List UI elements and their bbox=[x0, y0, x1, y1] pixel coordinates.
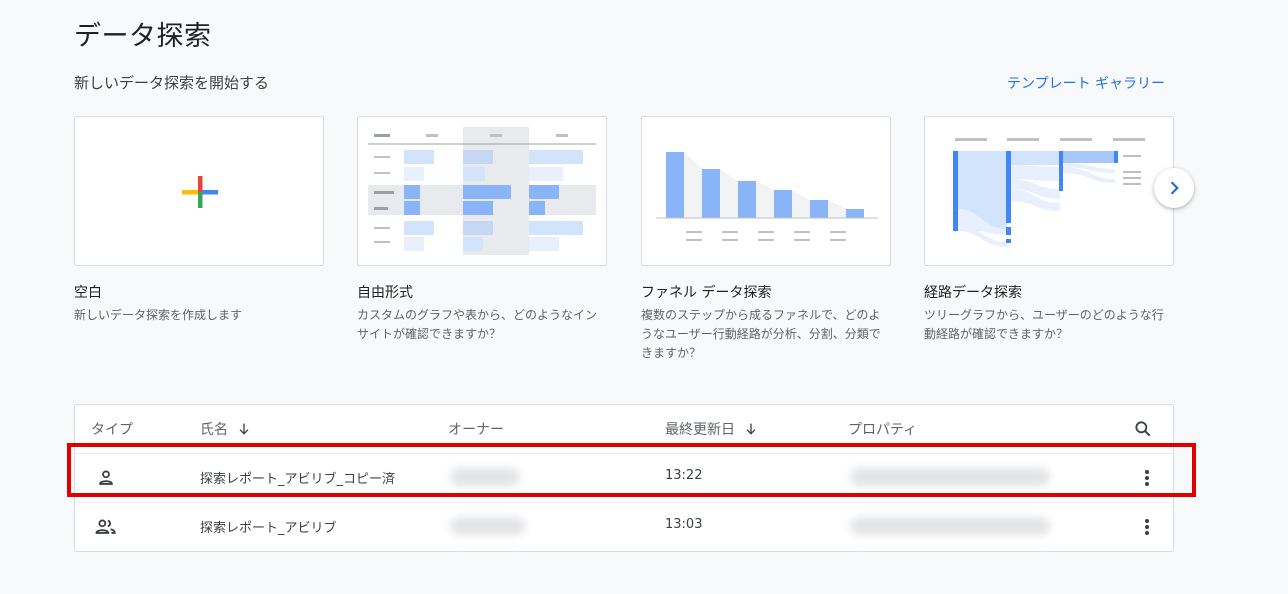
row-updated: 13:03 bbox=[665, 517, 703, 532]
arrow-down-icon bbox=[239, 423, 249, 435]
card-name: 空白 bbox=[74, 285, 102, 301]
card-path[interactable]: 経路データ探索 ツリーグラフから、ユーザーのどのような行動経路が確認できますか？ bbox=[924, 116, 1174, 344]
card-name: 自由形式 bbox=[357, 285, 413, 301]
header-property: プロパティ bbox=[848, 422, 918, 438]
card-funnel-thumbnail[interactable] bbox=[641, 116, 891, 266]
row-property-redacted bbox=[850, 517, 1050, 535]
card-free-form[interactable]: 自由形式 カスタムのグラフや表から、どのようなインサイトが確認できますか？ bbox=[357, 116, 607, 344]
section-title: 新しいデータ探索を開始する bbox=[74, 74, 270, 92]
card-description: 新しいデータ探索を作成します bbox=[74, 308, 243, 322]
card-blank[interactable]: 空白 新しいデータ探索を作成します bbox=[74, 116, 324, 325]
person-icon bbox=[99, 470, 113, 485]
card-free-form-thumbnail[interactable] bbox=[357, 116, 607, 266]
header-updated[interactable]: 最終更新日 bbox=[665, 419, 759, 439]
row-name[interactable]: 探索レポート_アビリブ_コピー済 bbox=[200, 468, 395, 487]
card-description: ツリーグラフから、ユーザーのどのような行動経路が確認できますか？ bbox=[924, 308, 1164, 341]
card-name: ファネル データ探索 bbox=[641, 285, 772, 301]
row-name[interactable]: 探索レポート_アビリブ bbox=[200, 517, 337, 536]
row-updated: 13:22 bbox=[665, 468, 703, 483]
path-thumbnail bbox=[953, 138, 1145, 247]
card-path-thumbnail[interactable] bbox=[924, 116, 1174, 266]
table-row[interactable]: 探索レポート_アビリブ_コピー済 13:22 bbox=[75, 453, 1173, 501]
chevron-right-icon bbox=[1170, 181, 1179, 195]
more-vert-icon[interactable] bbox=[1143, 517, 1151, 537]
arrow-down-icon bbox=[746, 423, 756, 435]
card-funnel[interactable]: ファネル データ探索 複数のステップから成るファネルで、どのようなユーザー行動経… bbox=[641, 116, 891, 363]
row-owner-redacted bbox=[450, 468, 520, 486]
page-title: データ探索 bbox=[74, 21, 212, 52]
header-type: タイプ bbox=[91, 422, 133, 438]
search-button[interactable] bbox=[1133, 419, 1153, 443]
card-description: 複数のステップから成るファネルで、どのようなユーザー行動経路が分析、分割、分類で… bbox=[641, 308, 881, 360]
header-owner: オーナー bbox=[448, 422, 504, 438]
explorations-table: タイプ 氏名 オーナー 最終更新日 プロパティ 探索レポート_アビリブ_コピー済… bbox=[74, 404, 1174, 552]
search-icon bbox=[1135, 421, 1151, 437]
card-blank-thumbnail[interactable] bbox=[74, 116, 324, 266]
table-row[interactable]: 探索レポート_アビリブ 13:03 bbox=[75, 502, 1173, 550]
funnel-thumbnail bbox=[656, 152, 878, 241]
table-thumbnail bbox=[368, 127, 596, 255]
card-description: カスタムのグラフや表から、どのようなインサイトが確認できますか？ bbox=[357, 308, 598, 341]
plus-icon bbox=[182, 176, 218, 208]
row-owner-redacted bbox=[450, 517, 525, 535]
people-icon bbox=[95, 519, 116, 534]
template-gallery-link[interactable]: テンプレート ギャラリー bbox=[1007, 73, 1165, 93]
more-vert-icon[interactable] bbox=[1143, 468, 1151, 488]
row-property-redacted bbox=[850, 468, 1050, 486]
carousel-next-button[interactable] bbox=[1154, 168, 1194, 208]
header-name[interactable]: 氏名 bbox=[200, 419, 252, 439]
card-name: 経路データ探索 bbox=[924, 285, 1022, 301]
